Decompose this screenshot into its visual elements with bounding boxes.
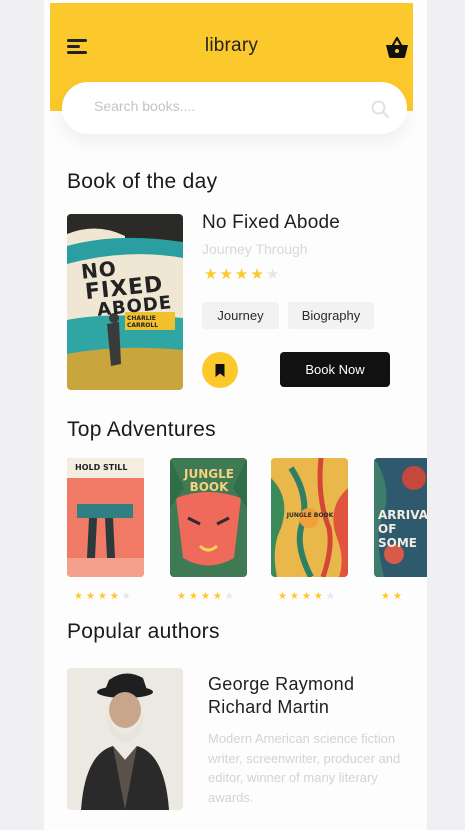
app-title: library (204, 35, 259, 56)
star-icon: ★ (212, 591, 222, 602)
author-portrait (67, 668, 183, 810)
star-icon: ★ (289, 591, 299, 602)
author-bio: Modern American science fiction writer, … (208, 731, 401, 805)
basket-icon[interactable] (384, 36, 410, 60)
star-icon: ★ (177, 591, 186, 602)
cover-author: CHARLIE CARROLL (127, 315, 159, 329)
tag-journey[interactable]: Journey (202, 302, 279, 329)
star-icon: ★ (97, 591, 107, 602)
star-icon: ★ (301, 591, 311, 602)
adventure-cover-title-2: JUNGLE BOOK (184, 467, 234, 494)
section-title-book-of-day: Book of the day (67, 170, 218, 193)
search-bar (62, 82, 407, 134)
book-cover-no-fixed-abode[interactable]: NO FIXED ABODE CHARLIE CARROLL (67, 214, 183, 390)
adventure-book-2[interactable]: JUNGLE BOOK (170, 458, 247, 577)
adventure-book-1[interactable]: HOLD STILL (67, 458, 144, 577)
section-title-top-adventures: Top Adventures (67, 418, 216, 441)
star-icon: ★ (381, 591, 390, 602)
search-input[interactable] (94, 98, 354, 114)
book-title[interactable]: No Fixed Abode (202, 212, 340, 234)
search-icon[interactable] (371, 100, 389, 118)
star-icon: ★ (121, 591, 131, 602)
section-title-popular-authors: Popular authors (67, 620, 220, 643)
bookmark-icon (215, 364, 225, 377)
book-subtitle: Journey Through (202, 241, 308, 257)
star-icon: ★ (219, 266, 233, 283)
author-photo[interactable] (67, 668, 183, 810)
app-screen: library Book of the day NO FIXED (44, 0, 427, 830)
adventure-cover-title-4: ARRIVAL OF SOME (378, 508, 427, 550)
adventure-cover-art-1 (67, 458, 144, 577)
star-icon: ★ (234, 266, 249, 283)
star-icon: ★ (200, 591, 210, 602)
adventure-rating-4: ★ ★ (381, 592, 402, 602)
adventure-rating-2: ★ ★ ★ ★ ★ (177, 592, 234, 602)
book-rating: ★ ★ ★ ★ ★ (204, 267, 279, 282)
star-icon: ★ (188, 591, 198, 602)
tag-biography[interactable]: Biography (288, 302, 374, 329)
adventure-cover-title-1: HOLD STILL (75, 463, 128, 472)
adventure-rating-1: ★ ★ ★ ★ ★ (74, 592, 131, 602)
star-icon: ★ (250, 266, 264, 283)
adventure-rating-3: ★ ★ ★ ★ ★ (278, 592, 335, 602)
adventure-book-3[interactable]: JUNGLE BOOK (271, 458, 348, 577)
star-icon: ★ (278, 591, 287, 602)
star-icon: ★ (392, 591, 402, 602)
star-icon: ★ (224, 591, 234, 602)
star-icon: ★ (325, 591, 335, 602)
star-icon: ★ (85, 591, 95, 602)
adventure-book-4[interactable]: ARRIVAL OF SOME (374, 458, 427, 577)
bookmark-button[interactable] (202, 352, 238, 388)
adventure-cover-title-3: JUNGLE BOOK (286, 512, 334, 519)
star-icon: ★ (109, 591, 119, 602)
author-name[interactable]: George Raymond Richard Martin (208, 673, 398, 719)
star-icon: ★ (313, 591, 323, 602)
book-now-button[interactable]: Book Now (280, 352, 390, 387)
star-icon: ★ (204, 266, 218, 283)
star-icon: ★ (74, 591, 83, 602)
star-icon: ★ (265, 266, 280, 283)
